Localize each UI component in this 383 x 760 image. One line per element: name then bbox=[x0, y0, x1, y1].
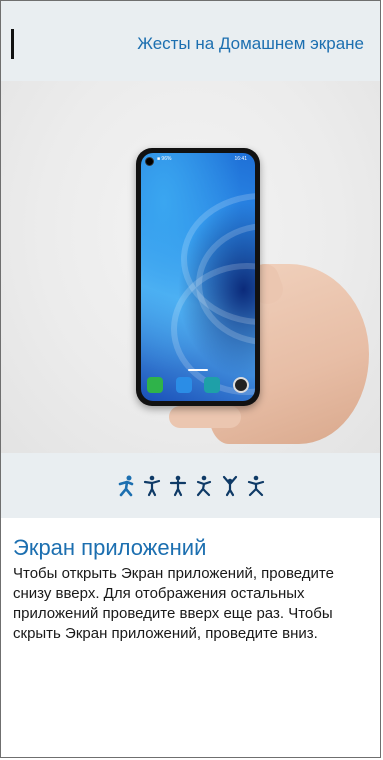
phone-dock bbox=[147, 377, 249, 393]
gesture-description-panel: Экран приложений Чтобы открыть Экран при… bbox=[1, 518, 380, 757]
battery-indicator: ■ 96% bbox=[157, 156, 172, 162]
gesture-figure-6-icon[interactable] bbox=[247, 475, 265, 497]
gesture-selector bbox=[1, 453, 380, 518]
header: Жесты на Домашнем экране bbox=[1, 1, 380, 81]
page-title: Жесты на Домашнем экране bbox=[137, 34, 364, 53]
section-description: Чтобы открыть Экран приложений, проведит… bbox=[13, 565, 334, 642]
gesture-figure-2-icon[interactable] bbox=[143, 475, 161, 497]
wallpaper-wave bbox=[171, 263, 255, 395]
phone-screen: ■ 96% 16:41 bbox=[141, 153, 255, 401]
phone-app-icon bbox=[147, 377, 163, 393]
text-cursor bbox=[11, 29, 14, 59]
phone-clock: 16:41 bbox=[234, 156, 247, 162]
browser-app-icon bbox=[204, 377, 221, 393]
camera-hole-icon bbox=[145, 157, 154, 166]
phone-illustration: ■ 96% 16:41 bbox=[136, 148, 260, 406]
app-window: Жесты на Домашнем экране ■ 96% 16:41 Экр… bbox=[0, 0, 381, 758]
gesture-figure-4-icon[interactable] bbox=[195, 475, 213, 497]
camera-app-icon bbox=[232, 377, 249, 393]
home-indicator bbox=[188, 369, 208, 371]
section-title: Экран приложений bbox=[13, 535, 207, 560]
gesture-figure-3-icon[interactable] bbox=[169, 475, 187, 497]
gesture-swipe-up-icon[interactable] bbox=[117, 475, 135, 497]
gesture-figure-5-icon[interactable] bbox=[221, 475, 239, 497]
gesture-demo-image: ■ 96% 16:41 bbox=[1, 81, 380, 453]
phone-status-bar: ■ 96% 16:41 bbox=[157, 156, 247, 164]
finger-shape bbox=[169, 406, 241, 428]
messages-app-icon bbox=[175, 377, 192, 393]
